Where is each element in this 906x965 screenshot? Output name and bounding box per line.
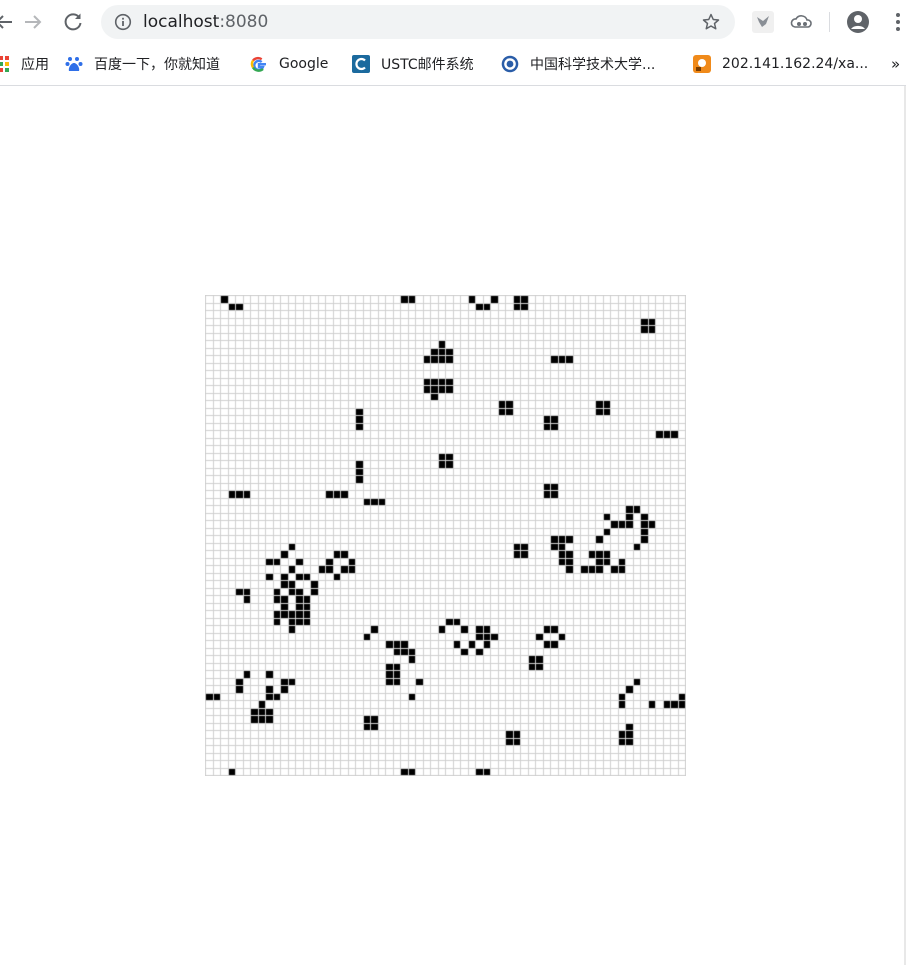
- game-of-life-grid[interactable]: [205, 295, 686, 776]
- url-text: localhost:8080: [143, 12, 268, 32]
- bookmark-apps[interactable]: 应用: [0, 53, 49, 75]
- bookmark-google[interactable]: Google: [250, 53, 328, 75]
- address-bar[interactable]: localhost:8080: [101, 5, 735, 39]
- ustc-emblem-icon: [501, 55, 519, 73]
- url-port: :8080: [219, 12, 269, 32]
- kebab-menu-icon[interactable]: [892, 11, 904, 33]
- browser-toolbar: localhost:8080: [0, 0, 906, 44]
- ustc-mail-icon: [352, 55, 370, 73]
- extension-cloud-icon[interactable]: [790, 11, 814, 33]
- bookmark-ustc[interactable]: 中国科学技术大学...: [501, 53, 655, 75]
- bookmark-ustc-mail[interactable]: USTC邮件系统: [352, 53, 474, 75]
- url-host: localhost: [143, 12, 220, 32]
- bookmark-baidu[interactable]: 百度一下，你就知道: [65, 53, 220, 75]
- bookmark-label: 中国科学技术大学...: [530, 57, 656, 73]
- bookmark-xa[interactable]: 202.141.162.24/xa...: [693, 53, 868, 75]
- reload-icon[interactable]: [61, 10, 85, 34]
- toolbar-divider: [829, 12, 830, 32]
- baidu-paw-icon: [65, 57, 83, 71]
- site-favicon-icon: [693, 55, 711, 73]
- star-icon[interactable]: [701, 12, 721, 32]
- bookmark-label: 应用: [21, 57, 49, 73]
- forward-arrow-icon[interactable]: [21, 10, 45, 34]
- info-icon[interactable]: [114, 13, 132, 31]
- bookmarks-overflow-button[interactable]: »: [891, 53, 900, 75]
- back-arrow-icon[interactable]: [0, 10, 16, 34]
- google-g-icon: [250, 56, 266, 72]
- bookmarks-bar: 应用 百度一下，你就知道 Google USTC邮件系统 中国科学技术大学...: [0, 44, 906, 86]
- profile-avatar-icon[interactable]: [845, 9, 871, 35]
- apps-grid-icon: [0, 56, 9, 72]
- bookmark-label: 202.141.162.24/xa...: [722, 56, 869, 72]
- bookmark-label: 百度一下，你就知道: [94, 57, 220, 73]
- bookmark-label: Google: [279, 56, 329, 72]
- extension-bird-icon[interactable]: [752, 11, 774, 33]
- bookmark-label: USTC邮件系统: [381, 57, 474, 73]
